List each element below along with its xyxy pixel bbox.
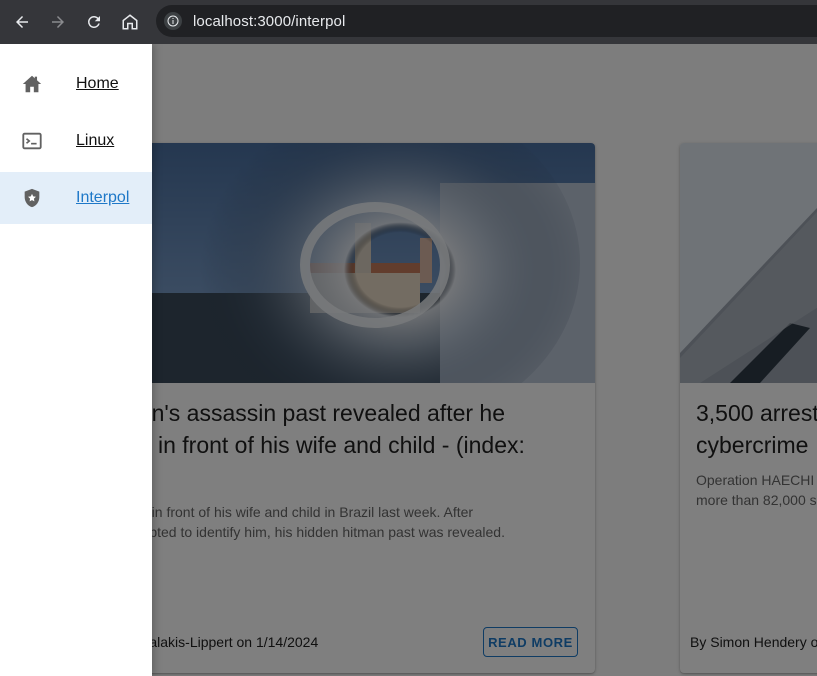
home-icon <box>20 72 44 96</box>
drawer-item-interpol[interactable]: Interpol <box>0 172 152 224</box>
drawer-item-label: Interpol <box>76 189 130 206</box>
reload-icon <box>87 15 100 28</box>
forward-icon <box>52 16 64 28</box>
forward-button[interactable] <box>44 8 72 36</box>
shield-star-icon <box>20 186 44 210</box>
home-icon <box>122 14 138 30</box>
address-bar[interactable]: localhost:3000/interpol <box>156 5 817 37</box>
terminal-icon <box>20 129 44 153</box>
reload-button[interactable] <box>80 8 108 36</box>
page-content: nan's assassin past revealed after he ed… <box>0 44 817 676</box>
url-text: localhost:3000/interpol <box>193 12 346 30</box>
home-button[interactable] <box>116 8 144 36</box>
back-icon <box>16 16 28 28</box>
drawer-item-label: Home <box>76 75 119 92</box>
back-button[interactable] <box>8 8 36 36</box>
browser-toolbar: localhost:3000/interpol <box>0 0 817 44</box>
nav-drawer: Home Linux Interpol <box>0 44 152 676</box>
drawer-item-label: Linux <box>76 132 115 149</box>
drawer-item-linux[interactable]: Linux <box>0 115 152 167</box>
drawer-item-home[interactable]: Home <box>0 58 152 110</box>
info-icon[interactable] <box>164 12 182 30</box>
